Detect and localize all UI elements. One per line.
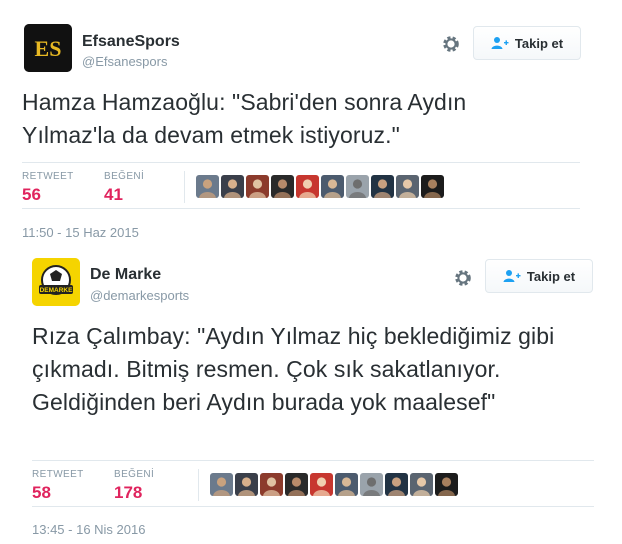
gear-icon[interactable] [453, 268, 473, 288]
like-label: BEĞENİ [114, 469, 155, 480]
liker-avatar[interactable] [396, 175, 419, 198]
liker-avatar[interactable] [260, 473, 283, 496]
retweet-stat[interactable]: RETWEET 56 [22, 171, 74, 205]
add-person-icon [503, 270, 521, 282]
retweet-count: 58 [32, 483, 51, 502]
liker-avatar[interactable] [435, 473, 458, 496]
stats-divider [184, 171, 185, 203]
liker-avatar[interactable] [210, 473, 233, 496]
liker-avatar[interactable] [246, 175, 269, 198]
liker-avatar[interactable] [235, 473, 258, 496]
tweet-card: ES EfsaneSpors @Efsanespors Takip et Ham… [0, 0, 622, 250]
tweet-timestamp[interactable]: 13:45 - 16 Nis 2016 [32, 522, 145, 537]
liker-avatar[interactable] [271, 175, 294, 198]
liker-avatar[interactable] [196, 175, 219, 198]
avatar-logo-text: DEMARKE [40, 287, 74, 294]
like-label: BEĞENİ [104, 171, 145, 182]
tweet-timestamp[interactable]: 11:50 - 15 Haz 2015 [22, 225, 139, 240]
liker-avatar[interactable] [410, 473, 433, 496]
gear-icon[interactable] [441, 34, 461, 54]
like-count: 41 [104, 185, 123, 204]
liker-avatar[interactable] [310, 473, 333, 496]
follow-label: Takip et [526, 268, 576, 284]
liker-avatar[interactable] [360, 473, 383, 496]
retweet-stat[interactable]: RETWEET 58 [32, 469, 84, 503]
tweet-stats: RETWEET 56 BEĞENİ 41 [22, 162, 580, 209]
follow-button[interactable]: Takip et [485, 259, 593, 293]
retweet-label: RETWEET [22, 171, 74, 182]
liker-avatar[interactable] [296, 175, 319, 198]
tweet-text: Rıza Çalımbay: "Aydın Yılmaz hiç bekledi… [32, 323, 555, 415]
user-handle[interactable]: @demarkesports [90, 288, 189, 303]
tweet-stats: RETWEET 58 BEĞENİ 178 [32, 460, 594, 507]
avatar[interactable]: ES [24, 24, 72, 72]
follow-label: Takip et [514, 35, 564, 51]
stats-divider [198, 469, 199, 501]
retweet-count: 56 [22, 185, 41, 204]
liker-avatar[interactable] [335, 473, 358, 496]
liker-avatar[interactable] [371, 175, 394, 198]
user-handle[interactable]: @Efsanespors [82, 54, 167, 69]
user-name[interactable]: EfsaneSpors [82, 33, 180, 51]
liker-avatar[interactable] [385, 473, 408, 496]
like-count: 178 [114, 483, 143, 502]
liker-avatar[interactable] [346, 175, 369, 198]
avatar[interactable]: DEMARKE [32, 258, 80, 306]
user-name[interactable]: De Marke [90, 266, 161, 284]
liker-avatars [210, 473, 458, 496]
retweet-label: RETWEET [32, 469, 84, 480]
like-stat[interactable]: BEĞENİ 178 [114, 469, 154, 503]
liker-avatar[interactable] [221, 175, 244, 198]
liker-avatar[interactable] [285, 473, 308, 496]
follow-button[interactable]: Takip et [473, 26, 581, 60]
avatar-logo-text: ES [35, 36, 62, 61]
like-stat[interactable]: BEĞENİ 41 [104, 171, 144, 205]
liker-avatars [196, 175, 444, 198]
add-person-icon [491, 37, 509, 49]
tweet-card: DEMARKE De Marke @demarkesports Takip et… [14, 250, 622, 544]
liker-avatar[interactable] [421, 175, 444, 198]
liker-avatar[interactable] [321, 175, 344, 198]
tweet-text: Hamza Hamzaoğlu: "Sabri'den sonra Aydın … [22, 89, 467, 148]
